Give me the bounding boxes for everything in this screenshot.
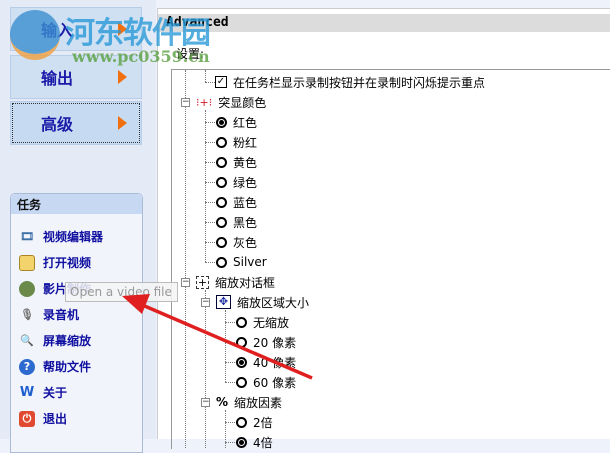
annotation-arrow: [122, 294, 313, 380]
